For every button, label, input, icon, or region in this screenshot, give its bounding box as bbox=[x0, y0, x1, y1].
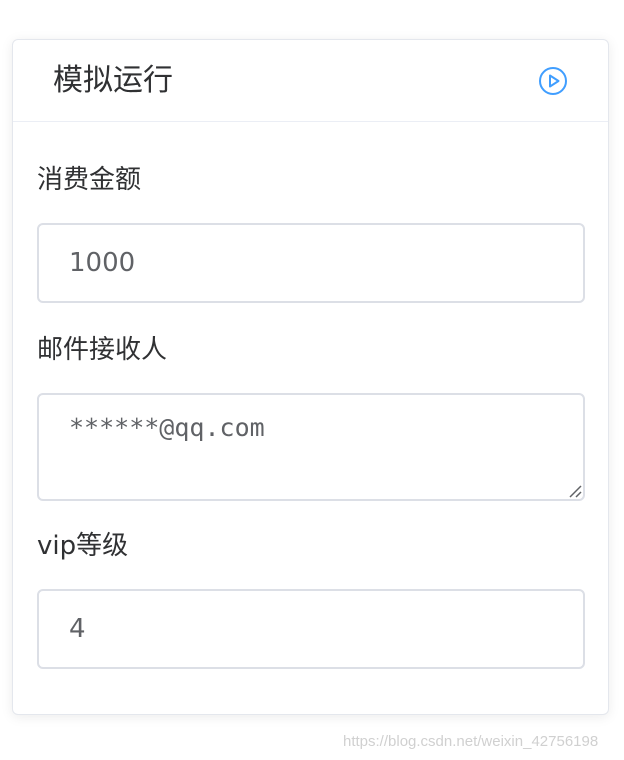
play-circle-icon bbox=[539, 67, 567, 95]
card-title: 模拟运行 bbox=[53, 63, 173, 98]
run-button[interactable] bbox=[538, 66, 568, 96]
amount-label: 消费金额 bbox=[37, 165, 142, 195]
card-header: 模拟运行 bbox=[13, 40, 608, 122]
vip-level-input[interactable] bbox=[37, 589, 585, 669]
amount-input[interactable] bbox=[37, 223, 585, 303]
resize-handle-icon[interactable] bbox=[566, 482, 582, 498]
recipient-label: 邮件接收人 bbox=[37, 335, 168, 365]
simulation-card: 模拟运行 消费金额 邮件接收人 ******@qq.com vip等级 bbox=[12, 39, 609, 715]
recipient-textarea[interactable]: ******@qq.com bbox=[37, 393, 585, 501]
watermark: https://blog.csdn.net/weixin_42756198 bbox=[343, 733, 599, 750]
vip-label: vip等级 bbox=[37, 531, 129, 561]
